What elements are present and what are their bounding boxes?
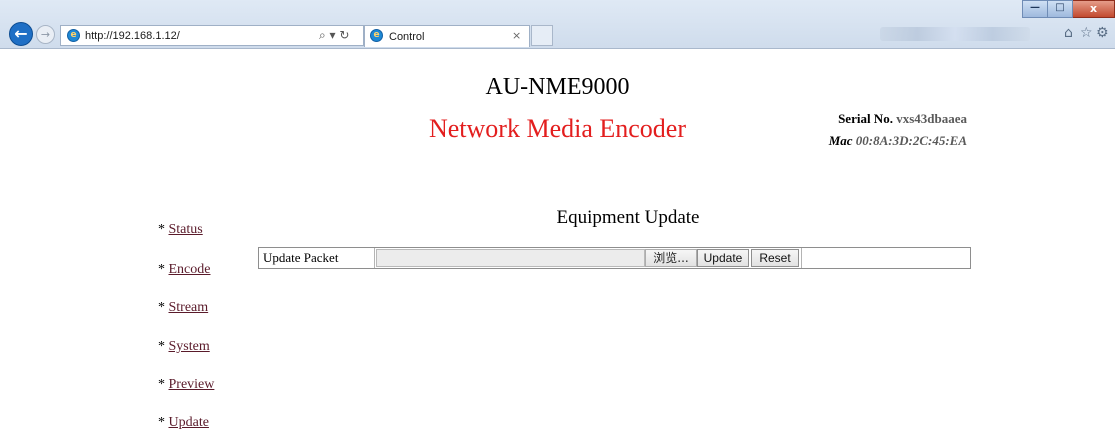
serial-label: Serial No. (838, 111, 893, 126)
back-button[interactable]: ← (9, 22, 33, 46)
table-divider (801, 248, 802, 268)
nav-item-stream: * Stream (158, 299, 208, 317)
ie-tab-icon: e (370, 29, 383, 42)
ie-page-icon: e (67, 29, 80, 42)
home-icon[interactable]: ⌂ (1064, 25, 1073, 41)
mac-value: 00:8A:3D:2C:45:EA (855, 133, 967, 148)
tab-close-icon[interactable]: × (512, 29, 521, 43)
reset-button[interactable]: Reset (751, 249, 799, 267)
address-bar[interactable]: e http://192.168.1.12/ ⌕ ▾ ↻ (60, 25, 364, 46)
update-packet-file-input[interactable] (376, 249, 645, 267)
nav-bullet: * (158, 377, 165, 392)
settings-gear-icon[interactable]: ⚙ (1096, 25, 1109, 41)
mac-row: Mac 00:8A:3D:2C:45:EA (780, 132, 967, 150)
serial-row: Serial No. vxs43dbaaea (780, 110, 967, 128)
address-url[interactable]: http://192.168.1.12/ (85, 29, 180, 43)
nav-link-preview[interactable]: Preview (169, 377, 215, 392)
favorites-star-icon[interactable]: ☆ (1080, 25, 1093, 41)
browse-button[interactable]: 浏览... (645, 249, 697, 267)
nav-link-status[interactable]: Status (169, 222, 203, 237)
nav-item-update: * Update (158, 414, 209, 432)
update-form-table: Update Packet 浏览... Update Reset (258, 247, 971, 269)
nav-bullet: * (158, 300, 165, 315)
forward-button[interactable]: → (36, 25, 55, 44)
nav-bullet: * (158, 222, 165, 237)
device-info: Serial No. vxs43dbaaea Mac 00:8A:3D:2C:4… (780, 110, 967, 150)
nav-link-update[interactable]: Update (169, 415, 209, 430)
mac-label: Mac (828, 133, 853, 148)
nav-link-encode[interactable]: Encode (169, 262, 211, 277)
tab-control[interactable]: e Control × (364, 25, 530, 47)
window-close-button[interactable]: x (1073, 0, 1115, 18)
update-button[interactable]: Update (697, 249, 749, 267)
window-minimize-button[interactable]: — (1022, 0, 1048, 18)
nav-bullet: * (158, 262, 165, 277)
nav-bullet: * (158, 339, 165, 354)
nav-bullet: * (158, 415, 165, 430)
toolbar-icons-blurred (880, 27, 1030, 41)
serial-value: vxs43dbaaea (896, 111, 967, 126)
nav-link-stream[interactable]: Stream (169, 300, 209, 315)
nav-link-system[interactable]: System (169, 339, 210, 354)
window-maximize-button[interactable]: □ (1048, 0, 1073, 18)
new-tab-button[interactable] (531, 25, 553, 46)
search-refresh-icons[interactable]: ⌕ ▾ ↻ (319, 28, 349, 43)
browser-chrome: ← → e http://192.168.1.12/ ⌕ ▾ ↻ e Contr… (0, 0, 1115, 49)
tab-title: Control (389, 31, 425, 43)
nav-item-status: * Status (158, 221, 203, 239)
nav-item-encode: * Encode (158, 261, 210, 279)
model-title: AU-NME9000 (485, 74, 630, 100)
update-packet-label: Update Packet (259, 248, 375, 268)
nav-item-system: * System (158, 338, 210, 356)
nav-item-preview: * Preview (158, 376, 214, 394)
